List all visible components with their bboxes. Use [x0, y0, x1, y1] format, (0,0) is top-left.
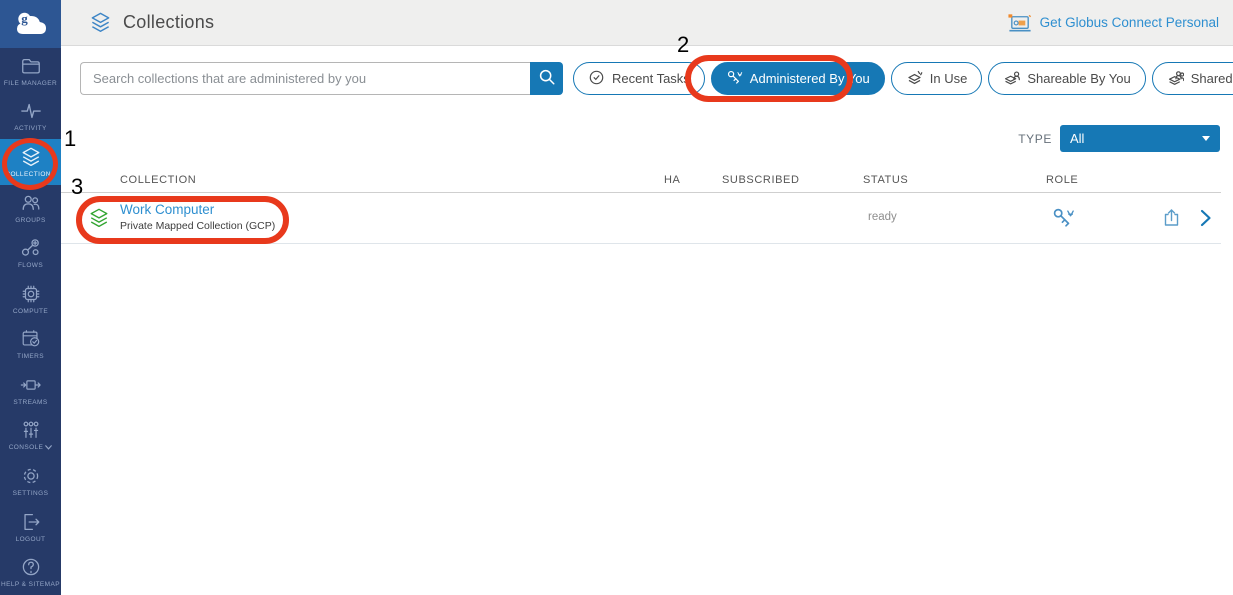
filter-label: Shared With You: [1191, 71, 1233, 86]
collection-name-link[interactable]: Work Computer: [120, 202, 214, 217]
clock-icon: [588, 69, 605, 89]
sidebar-item-label: COMPUTE: [13, 308, 48, 315]
sidebar-item-groups[interactable]: GROUPS: [0, 185, 61, 231]
sidebar-nav: FILE MANAGER ACTIVITY COLLECTIONS GROUPS…: [0, 48, 61, 595]
globus-app-window: FILE MANAGER ACTIVITY COLLECTIONS GROUPS…: [0, 0, 1233, 595]
type-select-dropdown[interactable]: All: [1060, 125, 1220, 152]
sidebar-item-label: GROUPS: [15, 217, 46, 224]
logout-icon: [20, 511, 42, 533]
type-label: TYPE: [1018, 132, 1052, 146]
sidebar-item-activity[interactable]: ACTIVITY: [0, 94, 61, 140]
sidebar-item-label: HELP & SITEMAP: [1, 581, 60, 588]
table-header: COLLECTION HA SUBSCRIBED STATUS ROLE: [61, 170, 1221, 193]
gear-icon: [20, 465, 42, 487]
globus-cloud-logo-icon: [14, 7, 48, 42]
sidebar-item-label: SETTINGS: [13, 490, 49, 497]
laptop-gcp-icon: [1007, 12, 1033, 34]
filter-pills: Recent Tasks Administered By You In Use …: [573, 62, 1233, 95]
layers-icon-green: [88, 207, 110, 234]
filter-shared-with-you[interactable]: Shared With You: [1152, 62, 1233, 95]
chevron-right-icon[interactable]: [1195, 207, 1216, 233]
sidebar-item-label: LOGOUT: [16, 536, 46, 543]
sidebar-item-label: TIMERS: [17, 353, 44, 360]
layers-icon: [89, 11, 112, 34]
get-globus-connect-personal-link[interactable]: Get Globus Connect Personal: [1007, 12, 1219, 34]
filter-label: Recent Tasks: [612, 71, 690, 86]
filter-shareable-by-you[interactable]: Shareable By You: [988, 62, 1145, 95]
filter-in-use[interactable]: In Use: [891, 62, 983, 95]
type-select-value: All: [1070, 131, 1084, 146]
search-input[interactable]: [80, 62, 530, 95]
status-value: ready: [868, 211, 897, 223]
flows-icon: [20, 237, 42, 259]
column-header-status: STATUS: [863, 174, 908, 186]
filter-administered-by-you[interactable]: Administered By You: [711, 62, 885, 95]
sidebar-item-compute[interactable]: COMPUTE: [0, 276, 61, 322]
column-header-subscribed: SUBSCRIBED: [722, 174, 800, 186]
search-button[interactable]: [530, 62, 563, 95]
caret-down-icon: [1202, 136, 1210, 141]
layers-in-use-icon: [906, 69, 923, 89]
sidebar-item-flows[interactable]: FLOWS: [0, 230, 61, 276]
groups-icon: [20, 192, 42, 214]
layers-people-icon: [1167, 69, 1184, 89]
sidebar-item-label: CONSOLE: [9, 444, 44, 451]
sidebar-item-collections[interactable]: COLLECTIONS: [0, 139, 61, 185]
sidebar-item-console[interactable]: CONSOLE: [0, 413, 61, 459]
column-header-collection: COLLECTION: [120, 174, 196, 186]
page-title: Collections: [123, 12, 214, 33]
layers-icon: [20, 146, 42, 168]
sidebar-item-logout[interactable]: LOGOUT: [0, 504, 61, 550]
chevron-down-icon: [45, 445, 52, 450]
sidebar-item-file-manager[interactable]: FILE MANAGER: [0, 48, 61, 94]
globus-logo[interactable]: [0, 0, 61, 48]
sidebar-item-label: COLLECTIONS: [5, 171, 55, 178]
search-box: [80, 62, 563, 95]
key-icon: [726, 69, 743, 89]
search-icon: [538, 68, 556, 89]
filter-recent-tasks[interactable]: Recent Tasks: [573, 62, 705, 95]
column-header-ha: HA: [664, 174, 680, 186]
sidebar-item-timers[interactable]: TIMERS: [0, 321, 61, 367]
filter-label: In Use: [930, 71, 968, 86]
activity-icon: [20, 100, 42, 122]
streams-icon: [20, 374, 42, 396]
gcp-link-label: Get Globus Connect Personal: [1040, 15, 1219, 30]
folder-icon: [20, 55, 42, 77]
filter-label: Administered By You: [750, 71, 870, 86]
layers-person-icon: [1003, 69, 1020, 89]
collection-subtitle: Private Mapped Collection (GCP): [120, 220, 275, 232]
sidebar-item-settings[interactable]: SETTINGS: [0, 458, 61, 504]
sidebar-item-label: ACTIVITY: [14, 125, 46, 132]
console-icon: [20, 419, 42, 441]
table-row[interactable]: Work Computer Private Mapped Collection …: [61, 194, 1221, 244]
help-icon: [20, 556, 42, 578]
timers-icon: [20, 328, 42, 350]
role-key-icon: [1051, 206, 1075, 235]
sidebar-item-label: STREAMS: [13, 399, 47, 406]
sidebar: FILE MANAGER ACTIVITY COLLECTIONS GROUPS…: [0, 0, 61, 595]
main-content: Collections Get Globus Connect Personal …: [61, 0, 1233, 595]
share-icon[interactable]: [1161, 207, 1182, 233]
page-header: Collections Get Globus Connect Personal: [61, 0, 1233, 46]
type-filter: TYPE All: [1018, 125, 1220, 152]
sidebar-item-label: FLOWS: [18, 262, 43, 269]
compute-icon: [20, 283, 42, 305]
column-header-role: ROLE: [1046, 174, 1078, 186]
filter-label: Shareable By You: [1027, 71, 1130, 86]
sidebar-item-help-sitemap[interactable]: HELP & SITEMAP: [0, 549, 61, 595]
sidebar-item-streams[interactable]: STREAMS: [0, 367, 61, 413]
sidebar-item-label: FILE MANAGER: [4, 80, 57, 87]
toolbar: Recent Tasks Administered By You In Use …: [80, 62, 1221, 95]
